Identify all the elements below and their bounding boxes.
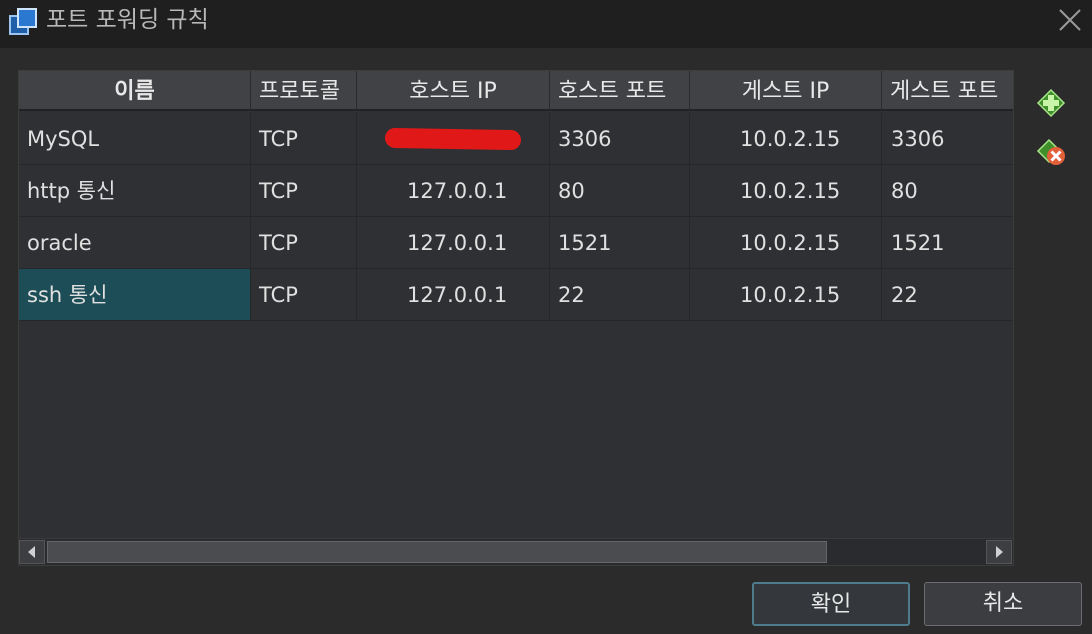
cell-guest-ip[interactable]: 10.0.2.15	[690, 165, 882, 217]
column-header-host-port[interactable]: 호스트 포트	[550, 71, 690, 111]
cell-name[interactable]: MySQL	[19, 113, 251, 165]
cell-host-ip[interactable]	[357, 113, 550, 165]
cell-guest-port[interactable]: 3306	[882, 113, 1013, 165]
title-bar: 포트 포워딩 규칙	[0, 0, 1092, 48]
cell-host-ip[interactable]: 127.0.0.1	[357, 269, 550, 321]
chevron-right-icon	[996, 546, 1003, 558]
column-header-protocol[interactable]: 프로토콜	[251, 71, 357, 111]
scroll-thumb[interactable]	[47, 541, 827, 563]
window-app-icon	[9, 8, 37, 35]
add-rule-icon[interactable]	[1034, 86, 1068, 120]
cell-guest-ip[interactable]: 10.0.2.15	[690, 113, 882, 165]
cell-guest-port[interactable]: 1521	[882, 217, 1013, 269]
cell-name[interactable]: oracle	[19, 217, 251, 269]
table-row[interactable]: oracle TCP 127.0.0.1 1521 10.0.2.15 1521	[19, 217, 1013, 269]
chevron-left-icon	[28, 546, 35, 558]
cell-host-port[interactable]: 80	[550, 165, 690, 217]
cell-protocol[interactable]: TCP	[251, 269, 357, 321]
remove-rule-icon[interactable]	[1034, 134, 1068, 168]
cell-protocol[interactable]: TCP	[251, 113, 357, 165]
cell-name[interactable]: ssh 통신	[19, 269, 251, 321]
table-row[interactable]: MySQL TCP 3306 10.0.2.15 3306	[19, 113, 1013, 165]
table-header: 이름 프로토콜 호스트 IP 호스트 포트 게스트 IP 게스트 포트	[19, 71, 1013, 113]
cell-host-port[interactable]: 1521	[550, 217, 690, 269]
column-header-guest-ip[interactable]: 게스트 IP	[690, 71, 882, 111]
horizontal-scrollbar[interactable]	[19, 538, 1013, 565]
cell-guest-port[interactable]: 22	[882, 269, 1013, 321]
table-row[interactable]: ssh 통신 TCP 127.0.0.1 22 10.0.2.15 22	[19, 269, 1013, 321]
scroll-right-button[interactable]	[986, 540, 1012, 564]
ok-button[interactable]: 확인	[752, 582, 910, 626]
scroll-left-button[interactable]	[19, 540, 45, 564]
column-header-name[interactable]: 이름	[19, 71, 251, 111]
cell-guest-ip[interactable]: 10.0.2.15	[690, 269, 882, 321]
cell-host-port[interactable]: 22	[550, 269, 690, 321]
cell-protocol[interactable]: TCP	[251, 165, 357, 217]
cell-protocol[interactable]: TCP	[251, 217, 357, 269]
close-icon[interactable]	[1052, 4, 1086, 36]
cell-host-ip[interactable]: 127.0.0.1	[357, 217, 550, 269]
cell-name[interactable]: http 통신	[19, 165, 251, 217]
redaction-mark	[384, 127, 522, 151]
cell-host-port[interactable]: 3306	[550, 113, 690, 165]
port-forwarding-table: 이름 프로토콜 호스트 IP 호스트 포트 게스트 IP 게스트 포트 MySQ…	[18, 70, 1014, 566]
column-header-guest-port[interactable]: 게스트 포트	[882, 71, 1013, 111]
window-title: 포트 포워딩 규칙	[46, 7, 209, 33]
table-row[interactable]: http 통신 TCP 127.0.0.1 80 10.0.2.15 80	[19, 165, 1013, 217]
column-header-host-ip[interactable]: 호스트 IP	[357, 71, 550, 111]
cell-guest-ip[interactable]: 10.0.2.15	[690, 217, 882, 269]
cell-host-ip[interactable]: 127.0.0.1	[357, 165, 550, 217]
cell-guest-port[interactable]: 80	[882, 165, 1013, 217]
cancel-button[interactable]: 취소	[924, 582, 1082, 626]
